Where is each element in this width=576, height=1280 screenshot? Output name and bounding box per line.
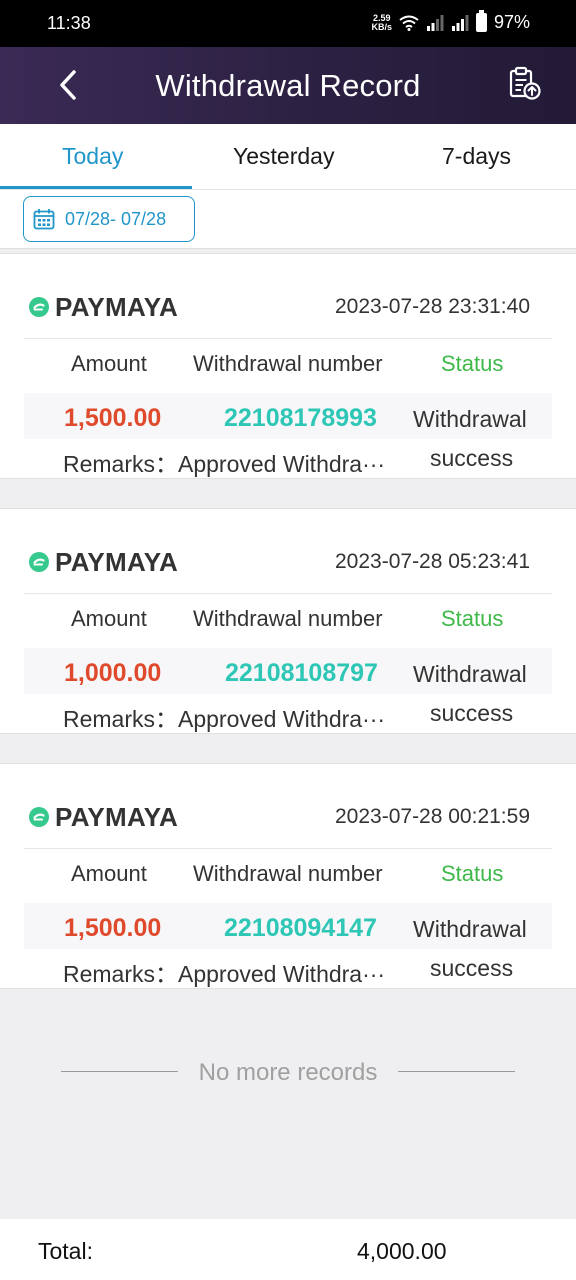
date-range-picker[interactable]: 07/28- 07/28 — [23, 196, 195, 242]
paymaya-logo-icon — [29, 552, 49, 572]
paymaya-logo-icon — [29, 297, 49, 317]
withdrawal-number-header: Withdrawal number — [193, 861, 383, 886]
battery-icon — [475, 10, 487, 32]
date-filter-bar: 07/28- 07/28 — [0, 190, 576, 249]
paymaya-logo-icon — [29, 807, 49, 827]
status-header: Status — [441, 861, 504, 886]
signal-icon-sim1 — [426, 14, 444, 31]
tab-yesterday[interactable]: Yesterday — [233, 143, 334, 170]
record-card[interactable]: PAYMAYA 2023-07-28 00:21:59 Amount Withd… — [0, 763, 576, 989]
network-speed: 2.59 KB/s — [371, 13, 392, 32]
record-remarks: Remarks：Approved Withdra··· — [63, 451, 386, 477]
record-card-header: PAYMAYA 2023-07-28 05:23:41 — [24, 509, 552, 594]
battery-percent: 97% — [493, 12, 530, 32]
clipboard-upload-icon — [509, 66, 541, 100]
calendar-icon — [33, 209, 55, 230]
status-header: Status — [441, 606, 504, 631]
signal-icon-sim2 — [451, 14, 469, 31]
withdrawal-number-header: Withdrawal number — [193, 606, 383, 631]
wifi-icon — [399, 15, 419, 31]
record-card[interactable]: PAYMAYA 2023-07-28 23:31:40 Amount Withd… — [0, 253, 576, 479]
record-remarks: Remarks：Approved Withdra··· — [63, 961, 386, 987]
record-amount: 1,000.00 — [64, 659, 162, 687]
date-range-text: 07/28- 07/28 — [65, 208, 167, 229]
end-of-list: No more records — [0, 1056, 576, 1088]
status-header: Status — [441, 351, 504, 376]
record-remarks: Remarks：Approved Withdra··· — [63, 706, 386, 732]
payment-method: PAYMAYA — [55, 292, 179, 322]
total-label: Total: — [38, 1238, 93, 1264]
record-status: Withdrawal — [413, 916, 527, 942]
withdrawal-number-header: Withdrawal number — [193, 351, 383, 376]
tab-7-days[interactable]: 7-days — [442, 143, 511, 170]
total-value: 4,000.00 — [357, 1238, 447, 1264]
no-more-records-text: No more records — [198, 1059, 378, 1086]
record-status: Withdrawal — [413, 406, 527, 432]
total-footer: Total: 4,000.00 — [0, 1219, 576, 1280]
record-amount: 1,500.00 — [64, 914, 162, 942]
status-time: 11:38 — [47, 13, 91, 33]
amount-header: Amount — [71, 861, 147, 886]
app-header: Withdrawal Record — [0, 47, 576, 124]
tab-today[interactable]: Today — [62, 143, 123, 170]
record-time: 2023-07-28 23:31:40 — [335, 295, 530, 318]
active-tab-indicator — [0, 186, 192, 189]
date-tabs: Today Yesterday 7-days — [0, 124, 576, 190]
network-speed-unit: KB/s — [371, 21, 392, 32]
export-button[interactable] — [504, 63, 546, 105]
record-time: 2023-07-28 05:23:41 — [335, 550, 530, 573]
record-status-detail: success — [430, 445, 514, 471]
record-card-header: PAYMAYA 2023-07-28 23:31:40 — [24, 254, 552, 339]
withdrawal-number: 22108094147 — [224, 914, 377, 942]
record-card[interactable]: PAYMAYA 2023-07-28 05:23:41 Amount Withd… — [0, 508, 576, 734]
record-status: Withdrawal — [413, 661, 527, 687]
status-bar: 11:38 2.59 KB/s 97% — [0, 0, 576, 47]
divider-right — [398, 1071, 515, 1072]
record-time: 2023-07-28 00:21:59 — [335, 805, 530, 828]
withdrawal-number: 22108178993 — [224, 404, 377, 432]
payment-method: PAYMAYA — [55, 802, 179, 832]
amount-header: Amount — [71, 351, 147, 376]
amount-header: Amount — [71, 606, 147, 631]
withdrawal-number: 22108108797 — [225, 659, 378, 687]
record-card-header: PAYMAYA 2023-07-28 00:21:59 — [24, 764, 552, 849]
page-title: Withdrawal Record — [155, 68, 421, 103]
payment-method: PAYMAYA — [55, 547, 179, 577]
record-status-detail: success — [430, 955, 514, 981]
status-icons: 2.59 KB/s 97% — [371, 10, 530, 33]
record-amount: 1,500.00 — [64, 404, 162, 432]
record-status-detail: success — [430, 700, 514, 726]
